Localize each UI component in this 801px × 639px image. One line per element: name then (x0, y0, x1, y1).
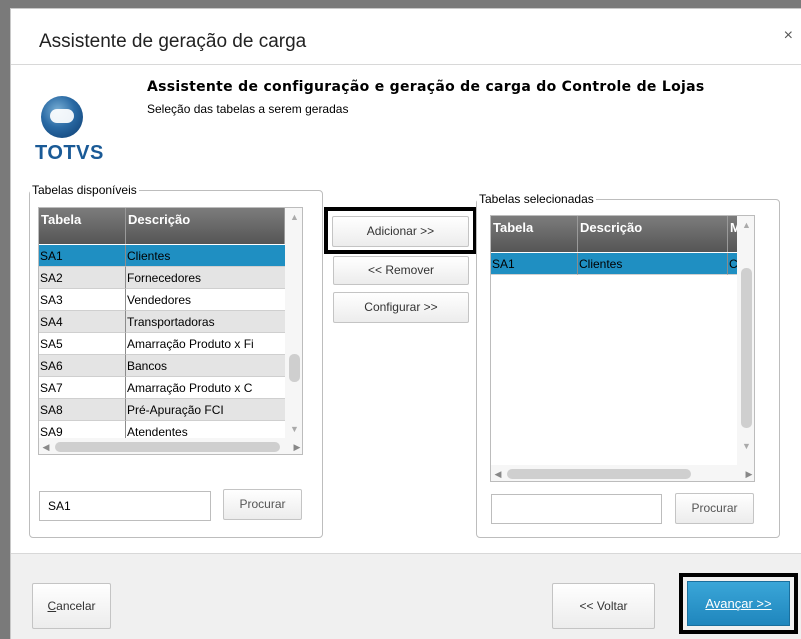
title-bar: Assistente de geração de carga × (11, 9, 801, 65)
header-subtitle: Seleção das tabelas a serem geradas (147, 102, 349, 116)
cell-tabela: SA3 (39, 289, 126, 311)
scroll-right-icon[interactable]: ▶ (290, 438, 302, 454)
scroll-thumb[interactable] (55, 442, 280, 452)
table-row[interactable]: SA3 Vendedores (39, 289, 285, 311)
table-row[interactable]: SA4 Transportadoras (39, 311, 285, 333)
scroll-left-icon[interactable]: ◀ (39, 438, 53, 454)
cell-descricao: Bancos (126, 355, 285, 377)
column-header-tabela[interactable]: Tabela (39, 208, 126, 244)
grid-header: Tabela Descrição (39, 208, 285, 244)
cell-tabela: SA1 (39, 245, 126, 267)
remove-button[interactable]: << Remover (333, 256, 469, 285)
cell-tabela: SA2 (39, 267, 126, 289)
scroll-thumb[interactable] (507, 469, 691, 479)
table-row[interactable]: SA6 Bancos (39, 355, 285, 377)
column-header-descricao[interactable]: Descrição (578, 216, 728, 252)
cell-descricao: Transportadoras (126, 311, 285, 333)
scroll-up-icon[interactable]: ▲ (737, 218, 754, 232)
scroll-left-icon[interactable]: ◀ (491, 465, 505, 481)
table-row[interactable]: SA5 Amarração Produto x Fi (39, 333, 285, 355)
horizontal-scrollbar[interactable]: ◀ ▶ (39, 438, 302, 454)
cell-descricao: Fornecedores (126, 267, 285, 289)
cell-tabela: SA6 (39, 355, 126, 377)
cell-tabela: SA4 (39, 311, 126, 333)
table-row[interactable]: SA2 Fornecedores (39, 267, 285, 289)
cell-tabela: SA5 (39, 333, 126, 355)
column-header-tabela[interactable]: Tabela (491, 216, 578, 252)
available-search-button[interactable]: Procurar (223, 489, 302, 520)
grid-header: Tabela Descrição M (491, 216, 737, 252)
scroll-right-icon[interactable]: ▶ (742, 465, 754, 481)
table-row[interactable]: SA7 Amarração Produto x C (39, 377, 285, 399)
header-title: Assistente de configuração e geração de … (147, 79, 705, 95)
column-header-extra[interactable]: M (728, 216, 737, 252)
cell-tabela: SA1 (491, 253, 578, 275)
table-row[interactable]: SA8 Pré-Apuração FCI (39, 399, 285, 421)
selected-tables-grid[interactable]: Tabela Descrição M SA1ClientesC ▲ ▼ ◀ ▶ (490, 215, 755, 482)
dialog-title: Assistente de geração de carga (39, 31, 307, 52)
scroll-down-icon[interactable]: ▼ (737, 439, 754, 453)
cell-descricao: Pré-Apuração FCI (126, 399, 285, 421)
vertical-scrollbar[interactable]: ▲ ▼ (737, 216, 754, 465)
available-tables-legend: Tabelas disponíveis (30, 183, 139, 197)
cell-extra: C (728, 253, 737, 275)
highlight-box (679, 573, 798, 634)
horizontal-scrollbar[interactable]: ◀ ▶ (491, 465, 754, 481)
column-header-descricao[interactable]: Descrição (126, 208, 285, 244)
cell-tabela: SA7 (39, 377, 126, 399)
scroll-up-icon[interactable]: ▲ (285, 210, 302, 224)
scroll-thumb[interactable] (741, 268, 752, 428)
configure-button[interactable]: Configurar >> (333, 292, 469, 323)
table-row[interactable]: SA1 Clientes C (491, 253, 737, 275)
wizard-header: TOTVS Assistente de configuração e geraç… (11, 66, 801, 174)
cell-descricao: Clientes (126, 245, 285, 267)
cell-descricao: Vendedores (126, 289, 285, 311)
back-button[interactable]: << Voltar (552, 583, 655, 629)
scroll-down-icon[interactable]: ▼ (285, 422, 302, 436)
close-icon[interactable]: × (784, 27, 793, 45)
cell-descricao: Amarração Produto x C (126, 377, 285, 399)
cell-descricao: Clientes (578, 253, 728, 275)
cell-descricao: Amarração Produto x Fi (126, 333, 285, 355)
cell-tabela: SA8 (39, 399, 126, 421)
cancel-button[interactable]: Cancelar (32, 583, 111, 629)
available-search-input[interactable] (39, 491, 211, 521)
totvs-logo: TOTVS (33, 96, 103, 166)
selected-tables-legend: Tabelas selecionadas (477, 192, 596, 206)
totvs-logo-text: TOTVS (35, 142, 104, 164)
selected-search-button[interactable]: Procurar (675, 493, 754, 524)
highlight-box (324, 207, 477, 254)
totvs-logo-icon (41, 96, 83, 138)
available-tables-grid[interactable]: Tabela Descrição SA1 Clientes SA2 Fornecedo… (38, 207, 303, 455)
wizard-footer: Cancelar << Voltar Avançar >> (11, 553, 801, 639)
table-row[interactable]: SA1 Clientes (39, 245, 285, 267)
scroll-thumb[interactable] (289, 354, 300, 382)
vertical-scrollbar[interactable]: ▲ ▼ (285, 208, 302, 438)
selected-search-input[interactable] (491, 494, 662, 524)
wizard-dialog: Assistente de geração de carga × TOTVS A… (10, 8, 801, 639)
